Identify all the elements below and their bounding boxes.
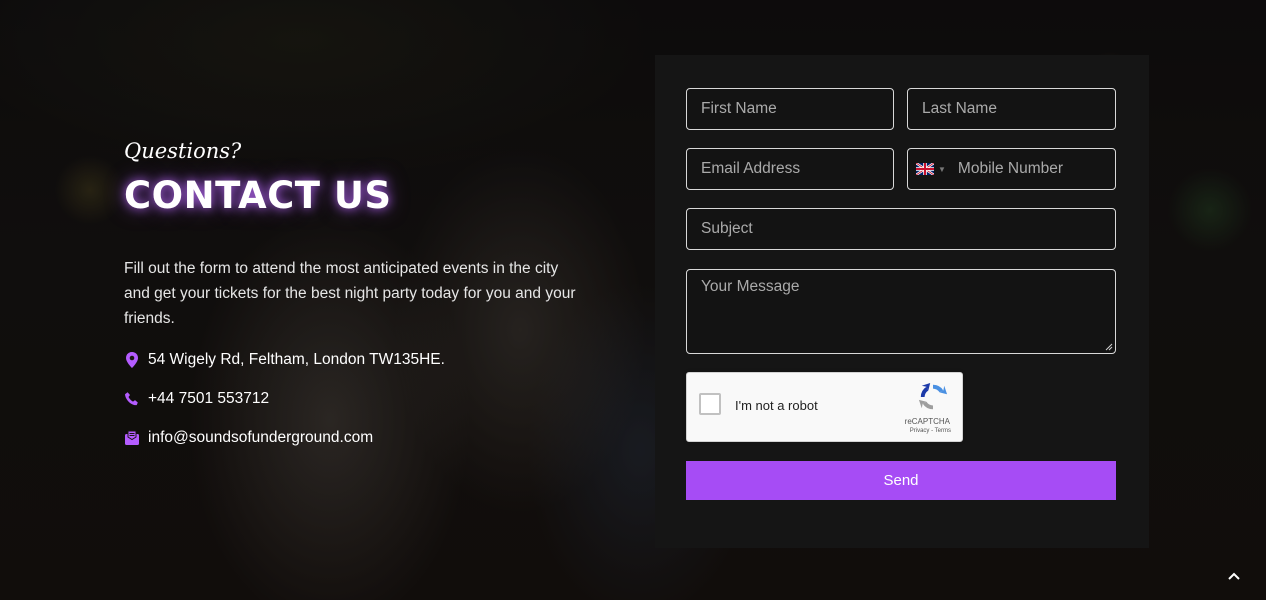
recaptcha-logo-icon (918, 382, 948, 410)
envelope-icon (124, 430, 140, 446)
message-textarea[interactable] (701, 278, 1101, 338)
resize-grip-icon[interactable] (1105, 343, 1113, 351)
message-field[interactable] (686, 269, 1116, 354)
mobile-input[interactable] (957, 160, 1101, 178)
recaptcha-privacy-terms[interactable]: Privacy - Terms (910, 428, 951, 434)
email-text[interactable]: info@soundsofunderground.com (148, 429, 373, 447)
last-name-field[interactable] (907, 88, 1116, 130)
page-title: CONTACT US (124, 174, 392, 217)
recaptcha-label: I'm not a robot (735, 398, 818, 413)
contact-page: Questions? CONTACT US Fill out the form … (0, 0, 1266, 600)
contact-info-section: Questions? CONTACT US Fill out the form … (124, 136, 594, 466)
address-item: 54 Wigely Rd, Feltham, London TW135HE. (124, 349, 594, 371)
subject-input[interactable] (701, 220, 1101, 238)
section-kicker: Questions? (124, 139, 242, 163)
address-text: 54 Wigely Rd, Feltham, London TW135HE. (148, 351, 445, 368)
recaptcha-checkbox[interactable] (699, 393, 721, 415)
uk-flag-icon[interactable] (916, 163, 934, 175)
phone-text[interactable]: +44 7501 553712 (148, 390, 269, 408)
intro-text: Fill out the form to attend the most ant… (124, 260, 576, 327)
contact-details: 54 Wigely Rd, Feltham, London TW135HE. +… (124, 349, 594, 449)
chevron-up-icon (1228, 572, 1240, 580)
last-name-input[interactable] (922, 100, 1101, 118)
subject-field[interactable] (686, 208, 1116, 250)
first-name-field[interactable] (686, 88, 894, 130)
email-item[interactable]: info@soundsofunderground.com (124, 427, 594, 449)
email-input[interactable] (701, 160, 879, 178)
mobile-field[interactable]: ▼ (907, 148, 1116, 190)
phone-icon (124, 391, 140, 407)
email-field[interactable] (686, 148, 894, 190)
map-pin-icon (124, 352, 140, 368)
phone-item[interactable]: +44 7501 553712 (124, 388, 594, 410)
send-button[interactable]: Send (686, 461, 1116, 500)
country-dropdown-caret-icon[interactable]: ▼ (938, 165, 946, 174)
recaptcha-brand: reCAPTCHA (904, 417, 950, 426)
first-name-input[interactable] (701, 100, 879, 118)
recaptcha-widget: I'm not a robot reCAPTCHA Privacy - Term… (686, 372, 963, 442)
scroll-to-top-button[interactable] (1226, 568, 1242, 584)
contact-form: ▼ I'm not a robot reCAPTCHA Priv (655, 55, 1149, 548)
